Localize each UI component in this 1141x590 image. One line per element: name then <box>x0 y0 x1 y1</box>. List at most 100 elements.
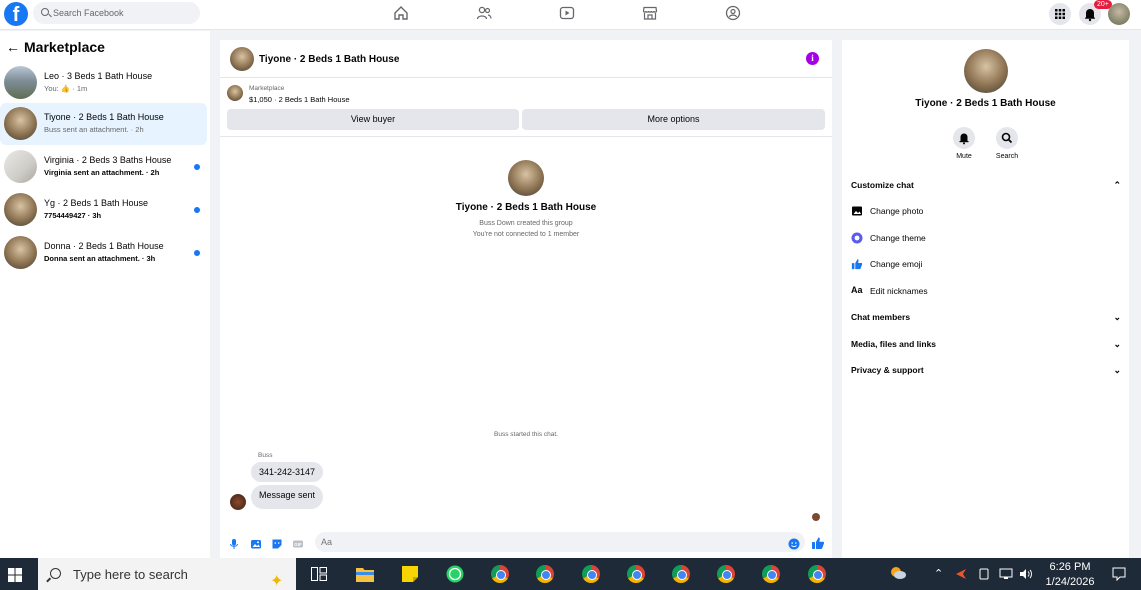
more-options-button[interactable]: More options <box>522 109 825 130</box>
windows-taskbar: Type here to search ✦ ⌃ 6:26 PM 1/24/202… <box>0 558 1141 590</box>
notification-center-icon[interactable] <box>1112 567 1126 581</box>
marketplace-icon[interactable] <box>642 5 658 21</box>
sender-avatar[interactable] <box>230 494 246 510</box>
task-view-icon[interactable] <box>311 567 327 581</box>
windows-start-icon[interactable] <box>8 568 22 582</box>
search-label: Search <box>995 153 1019 160</box>
chrome-profile-6-icon[interactable] <box>717 565 735 583</box>
chat-panel: Tiyone · 2 Beds 1 Bath House i Marketpla… <box>220 40 832 558</box>
listing-thumbnail <box>4 193 37 226</box>
conversation-item-yg[interactable]: Yg · 2 Beds 1 Bath House 7754449427 · 3h <box>0 189 207 231</box>
taskbar-search-box[interactable]: Type here to search ✦ <box>38 558 296 590</box>
info-icon[interactable]: i <box>806 52 819 65</box>
sticker-icon[interactable] <box>271 537 283 549</box>
chevron-up-icon: ⌃ <box>1113 180 1121 190</box>
conversation-title: Donna · 2 Beds 1 Bath House <box>44 241 164 251</box>
chat-members-section[interactable]: Chat members ⌄ <box>851 310 1121 326</box>
chevron-down-icon: ⌄ <box>1113 339 1121 349</box>
chrome-profile-2-icon[interactable] <box>536 565 554 583</box>
file-explorer-icon[interactable] <box>356 566 374 582</box>
thumbs-up-icon[interactable] <box>811 536 825 550</box>
not-connected-text: You're not connected to 1 member <box>472 231 580 238</box>
photo-icon <box>852 206 862 216</box>
chrome-profile-4-icon[interactable] <box>627 565 645 583</box>
conversation-item-tiyone[interactable]: Tiyone · 2 Beds 1 Bath House Buss sent a… <box>0 103 207 145</box>
conversation-item-donna[interactable]: Donna · 2 Beds 1 Bath House Donna sent a… <box>0 232 207 274</box>
chrome-profile-5-icon[interactable] <box>672 565 690 583</box>
chat-thumbnail[interactable] <box>230 47 254 71</box>
grid-icon <box>1055 9 1065 19</box>
antivirus-tray-icon[interactable] <box>955 568 967 580</box>
listing-thumbnail <box>4 236 37 269</box>
message-bubble[interactable]: Message sent <box>251 485 324 509</box>
microphone-icon[interactable] <box>228 537 240 549</box>
theme-icon <box>851 232 863 244</box>
message-input[interactable] <box>315 532 805 552</box>
emoji-icon[interactable] <box>788 537 800 550</box>
sticky-notes-icon[interactable] <box>401 565 419 583</box>
customize-chat-section[interactable]: Customize chat ⌃ <box>851 178 1121 194</box>
groups-icon[interactable] <box>725 5 741 21</box>
item-label: Edit nicknames <box>870 286 928 296</box>
back-arrow-icon[interactable]: ← <box>6 39 24 55</box>
chat-started-text: Buss started this chat. <box>494 431 558 438</box>
message-bubble[interactable]: 341-242-3147 <box>251 462 324 482</box>
details-photo <box>964 49 1008 93</box>
gif-icon[interactable]: GIF <box>292 537 304 549</box>
section-title: Media, files and links <box>851 339 937 349</box>
sender-name: Buss <box>258 452 273 459</box>
clock-time[interactable]: 6:26 PM <box>1038 561 1102 573</box>
unread-dot <box>194 250 200 256</box>
chrome-profile-7-icon[interactable] <box>762 565 780 583</box>
listing-label: Marketplace <box>249 85 285 92</box>
view-buyer-button[interactable]: View buyer <box>227 109 519 130</box>
section-title: Customize chat <box>851 180 914 190</box>
menu-grid-button[interactable] <box>1049 3 1071 25</box>
change-emoji-item[interactable]: Change emoji <box>851 257 1121 273</box>
profile-avatar[interactable] <box>1108 3 1130 25</box>
panel-title: Marketplace <box>24 39 105 55</box>
media-files-links-section[interactable]: Media, files and links ⌄ <box>851 337 1121 353</box>
conversation-item-virginia[interactable]: Virginia · 2 Beds 3 Baths House Virginia… <box>0 146 207 188</box>
chat-title[interactable]: Tiyone · 2 Beds 1 Bath House <box>259 54 399 65</box>
listing-price[interactable]: $1,050 · 2 Beds 1 Bath House <box>249 95 350 104</box>
taskbar-search-text: Type here to search <box>73 567 188 582</box>
chat-details-panel: Tiyone · 2 Beds 1 Bath House Mute Search… <box>842 40 1129 558</box>
text-aa-icon: Aa <box>851 285 863 295</box>
clock-date[interactable]: 1/24/2026 <box>1038 576 1102 588</box>
search-in-chat-button[interactable]: Search <box>987 127 1027 160</box>
whatsapp-icon[interactable] <box>446 565 464 583</box>
top-navigation-bar: f Search Facebook 20+ <box>0 0 1141 30</box>
facebook-search-input[interactable]: Search Facebook <box>33 2 200 24</box>
group-photo <box>508 160 544 196</box>
search-icon <box>50 568 61 579</box>
volume-icon[interactable] <box>1019 568 1033 580</box>
change-theme-item[interactable]: Change theme <box>851 231 1121 247</box>
listing-thumbnail[interactable] <box>227 85 243 101</box>
network-icon[interactable] <box>999 568 1013 580</box>
search-icon <box>1001 132 1013 144</box>
facebook-logo-icon[interactable]: f <box>4 2 28 26</box>
sparkle-icon: ✦ <box>270 573 284 590</box>
conversation-title: Tiyone · 2 Beds 1 Bath House <box>44 112 164 122</box>
watch-video-icon[interactable] <box>559 5 575 21</box>
mute-button[interactable]: Mute <box>944 127 984 160</box>
chevron-up-icon[interactable]: ⌃ <box>934 567 943 580</box>
chrome-profile-1-icon[interactable] <box>491 565 509 583</box>
device-tray-icon[interactable] <box>978 568 990 580</box>
conversation-subtitle: Donna sent an attachment. · 3h <box>44 254 156 263</box>
listing-thumbnail <box>4 107 37 140</box>
chrome-profile-3-icon[interactable] <box>582 565 600 583</box>
home-icon[interactable] <box>393 5 409 21</box>
section-title: Chat members <box>851 312 911 322</box>
change-photo-item[interactable]: Change photo <box>851 204 1121 220</box>
edit-nicknames-item[interactable]: Aa Edit nicknames <box>851 284 1121 300</box>
photo-attach-icon[interactable] <box>250 537 262 549</box>
conversation-item-leo[interactable]: Leo · 3 Beds 1 Bath House You: 👍 · 1m <box>0 62 207 104</box>
conversation-subtitle: Buss sent an attachment. · 2h <box>44 125 144 134</box>
friends-icon[interactable] <box>476 5 492 21</box>
privacy-support-section[interactable]: Privacy & support ⌄ <box>851 363 1121 379</box>
weather-icon[interactable] <box>889 565 907 581</box>
message-composer: GIF <box>220 530 832 558</box>
chrome-profile-8-icon[interactable] <box>808 565 826 583</box>
